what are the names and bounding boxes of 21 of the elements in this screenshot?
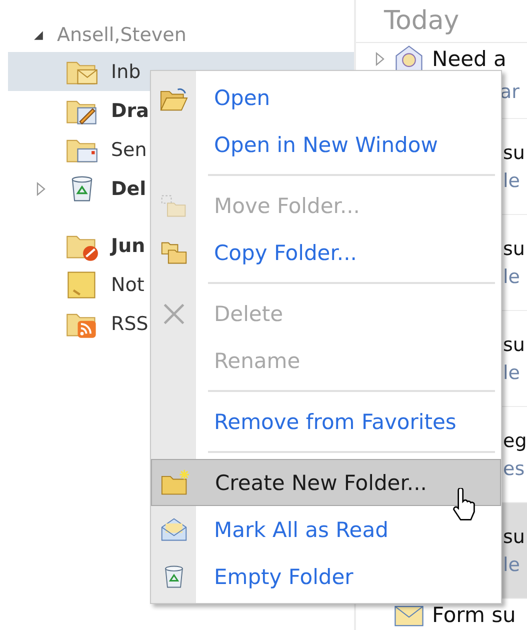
message-sender: Need a [432,47,506,71]
message-subject: le [503,554,521,576]
folder-name: Jun [111,234,146,256]
folder-name: Not [111,274,144,296]
folder-name: Inb [111,60,141,82]
message-sender: su [503,334,526,356]
message-subject: ar [500,81,520,103]
folder-name: RSS [111,312,148,334]
date-group-header: Today [356,6,527,43]
folder-name: Dra [111,100,149,122]
message-sender: su [503,238,526,260]
message-subject: le [503,362,521,384]
message-subject: le [503,266,521,288]
message-subject: le [503,170,521,192]
message-sender: su [503,142,526,164]
message-sender: eg [503,430,527,452]
message-sender: su [503,526,526,548]
folder-name: Sen [111,138,147,160]
message-subject: es [503,458,526,480]
folder-name: Del [111,178,146,200]
message-sender: Form su [432,603,516,627]
